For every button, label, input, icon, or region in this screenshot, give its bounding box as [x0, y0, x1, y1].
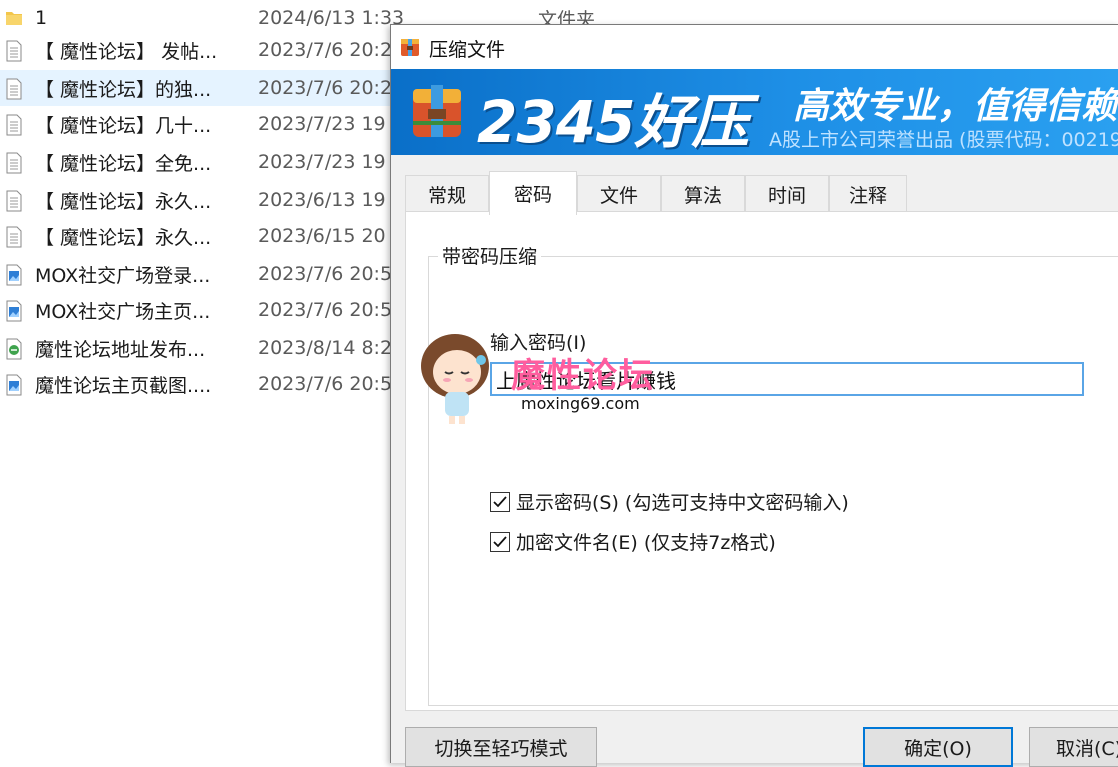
- file-row[interactable]: 【 魔性论坛】的独... 2023/7/6 20:2: [0, 70, 400, 106]
- file-name: 魔性论坛地址发布...: [35, 338, 206, 361]
- text-file-icon: [4, 78, 24, 100]
- text-file-icon: [4, 190, 24, 212]
- encrypt-filenames-checkbox[interactable]: 加密文件名(E) (仅支持7z格式): [490, 528, 776, 555]
- cancel-button[interactable]: 取消(C): [1029, 727, 1118, 767]
- file-row[interactable]: 魔性论坛主页截图.... 2023/7/6 20:5: [0, 366, 400, 402]
- file-name: MOX社交广场登录...: [35, 264, 211, 287]
- file-name: MOX社交广场主页...: [35, 300, 211, 323]
- dialog-title: 压缩文件: [429, 39, 506, 61]
- file-name: 【 魔性论坛】几十...: [35, 114, 212, 137]
- file-row[interactable]: MOX社交广场登录... 2023/7/6 20:5: [0, 256, 400, 292]
- file-name: 1: [35, 7, 48, 29]
- file-name: 魔性论坛主页截图....: [35, 374, 212, 397]
- file-row[interactable]: MOX社交广场主页... 2023/7/6 20:5: [0, 292, 400, 328]
- cartoon-girl-icon: [415, 330, 495, 426]
- file-date: 2023/7/6 20:5: [258, 299, 393, 321]
- file-date: 2023/7/6 20:5: [258, 263, 393, 285]
- show-password-label: 显示密码(S) (勾选可支持中文密码输入): [516, 492, 849, 514]
- file-date: 2023/7/6 20:2: [258, 77, 393, 99]
- forum-watermark: 魔性论坛 moxing69.com: [415, 330, 705, 430]
- dialog-titlebar[interactable]: 压缩文件: [391, 25, 1118, 69]
- watermark-text: 魔性论坛: [511, 356, 655, 396]
- file-name: 【 魔性论坛】的独...: [35, 78, 212, 101]
- file-date: 2023/7/23 19: [258, 113, 386, 135]
- tab-2[interactable]: 文件: [577, 175, 661, 213]
- archive-app-icon: [399, 36, 421, 58]
- folder-icon: [4, 8, 24, 30]
- file-row[interactable]: 魔性论坛地址发布... 2023/8/14 8:2: [0, 330, 400, 366]
- text-file-icon: [4, 114, 24, 136]
- file-date: 2024/6/13 1:33: [258, 7, 405, 29]
- file-name: 【 魔性论坛】永久...: [35, 226, 212, 249]
- banner-brand: 2345好压: [477, 88, 749, 155]
- group-title: 带密码压缩: [438, 242, 542, 269]
- banner-subtitle: A股上市公司荣誉出品 (股票代码：002195): [769, 129, 1118, 151]
- tab-5[interactable]: 注释: [829, 175, 907, 213]
- lite-mode-button[interactable]: 切换至轻巧模式: [405, 727, 597, 767]
- file-date: 2023/7/6 20:2: [258, 39, 393, 61]
- checkbox-box[interactable]: [490, 531, 510, 552]
- image-file-icon: [4, 374, 24, 396]
- file-name: 【 魔性论坛】 发帖...: [35, 40, 218, 63]
- file-row[interactable]: 【 魔性论坛】 发帖... 2023/7/6 20:2: [0, 32, 400, 68]
- file-date: 2023/6/13 19: [258, 189, 386, 211]
- file-date: 2023/7/23 19: [258, 151, 386, 173]
- password-tab-panel: 带密码压缩 输入密码(I) 显示密码(S) (勾选可支持中文密码输入) 加密文件…: [405, 211, 1118, 711]
- tab-3[interactable]: 算法: [661, 175, 745, 213]
- watermark-url: moxing69.com: [521, 394, 640, 413]
- checkbox-box[interactable]: [490, 491, 510, 512]
- file-date: 2023/6/15 20: [258, 225, 386, 247]
- web-file-icon: [4, 338, 24, 360]
- image-file-icon: [4, 300, 24, 322]
- banner-slogan: 高效专业，值得信赖: [793, 86, 1118, 127]
- text-file-icon: [4, 152, 24, 174]
- text-file-icon: [4, 40, 24, 62]
- image-file-icon: [4, 264, 24, 286]
- file-date: 2023/8/14 8:2: [258, 337, 393, 359]
- file-row[interactable]: 【 魔性论坛】永久... 2023/6/15 20: [0, 218, 400, 254]
- file-row[interactable]: 1 2024/6/13 1:33 文件夹: [0, 0, 595, 36]
- file-row[interactable]: 【 魔性论坛】几十... 2023/7/23 19: [0, 106, 400, 142]
- encrypt-filenames-label: 加密文件名(E) (仅支持7z格式): [516, 532, 776, 554]
- file-list: 1 2024/6/13 1:33 文件夹【 魔性论坛】 发帖... 2023/7/6 …: [0, 0, 595, 762]
- password-group-box: [428, 256, 1118, 706]
- check-icon: [493, 535, 507, 547]
- file-row[interactable]: 【 魔性论坛】永久... 2023/6/13 19: [0, 182, 400, 218]
- check-icon: [493, 495, 507, 507]
- file-name: 【 魔性论坛】全免...: [35, 152, 212, 175]
- file-date: 2023/7/6 20:5: [258, 373, 393, 395]
- file-row[interactable]: 【 魔性论坛】全免... 2023/7/23 19: [0, 144, 400, 180]
- show-password-checkbox[interactable]: 显示密码(S) (勾选可支持中文密码输入): [490, 488, 849, 515]
- ok-button[interactable]: 确定(O): [863, 727, 1013, 767]
- brand-banner: 2345好压 高效专业，值得信赖 A股上市公司荣誉出品 (股票代码：002195…: [391, 69, 1118, 155]
- tab-1[interactable]: 密码: [489, 171, 577, 215]
- text-file-icon: [4, 226, 24, 248]
- haozip-logo-icon: [409, 81, 465, 141]
- file-name: 【 魔性论坛】永久...: [35, 190, 212, 213]
- tab-0[interactable]: 常规: [405, 175, 489, 213]
- tab-4[interactable]: 时间: [745, 175, 829, 213]
